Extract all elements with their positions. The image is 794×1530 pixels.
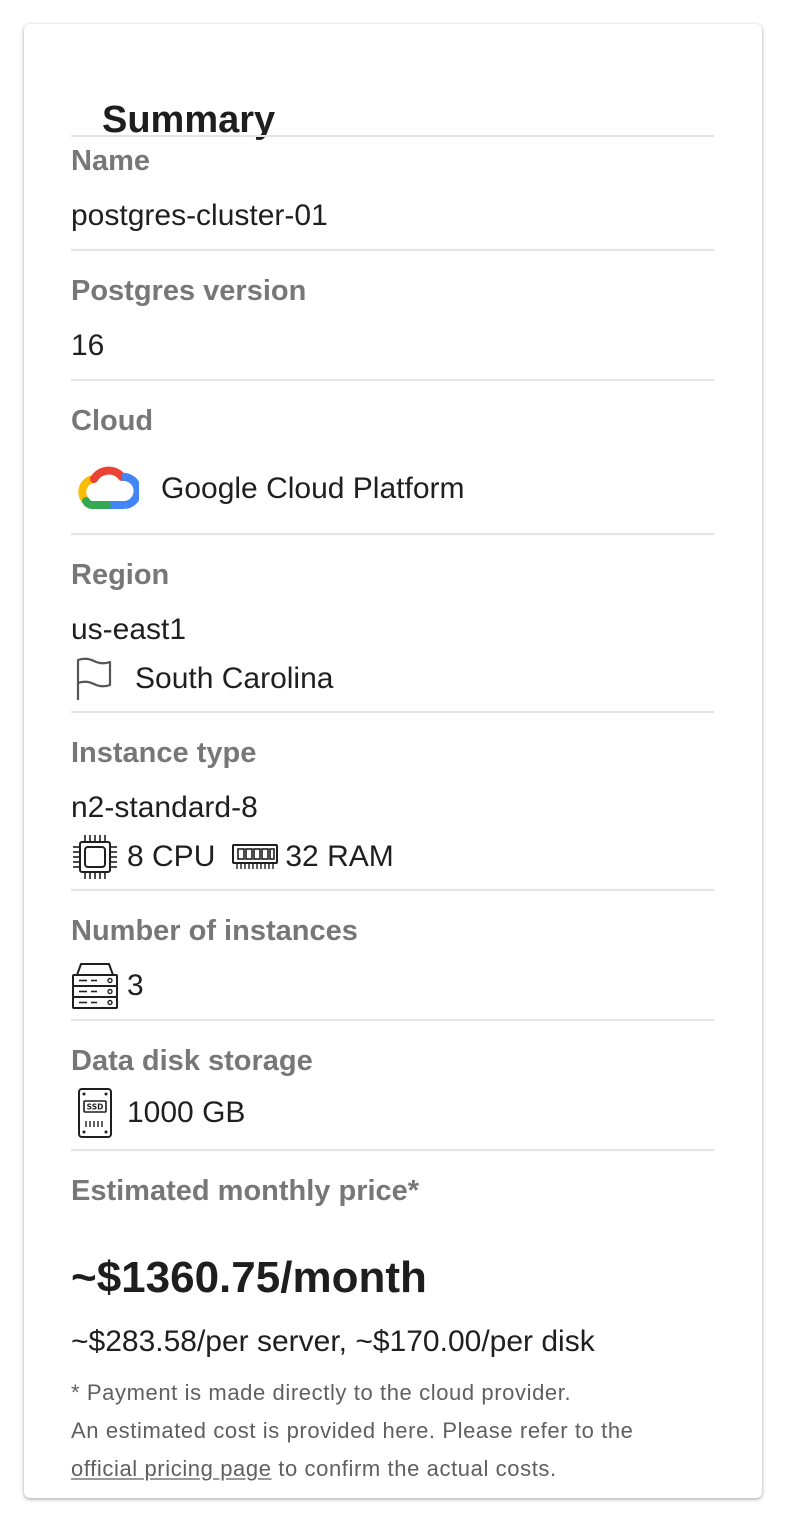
divider <box>71 1149 714 1151</box>
postgres-version-value: 16 <box>71 329 105 362</box>
note-line-1: * Payment is made directly to the cloud … <box>71 1380 572 1405</box>
storage-label: Data disk storage <box>71 1045 313 1077</box>
divider <box>71 533 714 535</box>
instances-label: Number of instances <box>71 915 358 947</box>
region-value: us-east1 <box>71 613 187 646</box>
official-pricing-link[interactable]: official pricing page <box>71 1456 272 1481</box>
pricing-note: * Payment is made directly to the cloud … <box>71 1374 714 1488</box>
storage-row: SSD 1000 GB <box>71 1087 246 1139</box>
instance-specs-row: 8 CPU 32 RAM <box>71 834 394 880</box>
divider <box>71 249 714 251</box>
divider <box>71 1019 714 1021</box>
note-line-3-text: to confirm the actual costs. <box>271 1456 557 1481</box>
region-location: South Carolina <box>135 662 334 695</box>
note-line-3: official pricing page to confirm the act… <box>71 1450 714 1488</box>
summary-card: Summary Name postgres-cluster-01 Postgre… <box>24 24 762 1498</box>
cpu-count: 8 CPU <box>127 840 216 873</box>
ram-amount: 32 RAM <box>285 840 394 873</box>
ssd-icon: SSD <box>77 1087 113 1139</box>
name-label: Name <box>71 145 150 177</box>
cloud-row: Google Cloud Platform <box>71 466 465 512</box>
cpu-chip-icon <box>71 833 119 881</box>
name-value: postgres-cluster-01 <box>71 199 328 232</box>
cloud-value: Google Cloud Platform <box>161 472 465 505</box>
region-label: Region <box>71 559 170 591</box>
flag-icon <box>75 657 113 701</box>
instance-type-label: Instance type <box>71 737 257 769</box>
monthly-price: ~$1360.75/month <box>71 1253 427 1302</box>
instance-type-value: n2-standard-8 <box>71 791 258 824</box>
instances-value: 3 <box>127 969 144 1002</box>
divider <box>71 379 714 381</box>
ram-icon <box>231 841 279 873</box>
server-stack-icon <box>71 961 119 1011</box>
divider <box>71 135 714 137</box>
instances-row: 3 <box>71 963 144 1009</box>
price-breakdown: ~$283.58/per server, ~$170.00/per disk <box>71 1325 595 1358</box>
storage-value: 1000 GB <box>127 1096 246 1129</box>
divider <box>71 711 714 713</box>
cloud-label: Cloud <box>71 405 154 437</box>
ssd-icon-label: SSD <box>87 1103 104 1112</box>
region-location-row: South Carolina <box>71 656 333 702</box>
note-line-2: An estimated cost is provided here. Plea… <box>71 1418 634 1443</box>
price-label: Estimated monthly price* <box>71 1175 420 1207</box>
google-cloud-icon <box>77 464 139 514</box>
postgres-version-label: Postgres version <box>71 275 307 307</box>
divider <box>71 889 714 891</box>
